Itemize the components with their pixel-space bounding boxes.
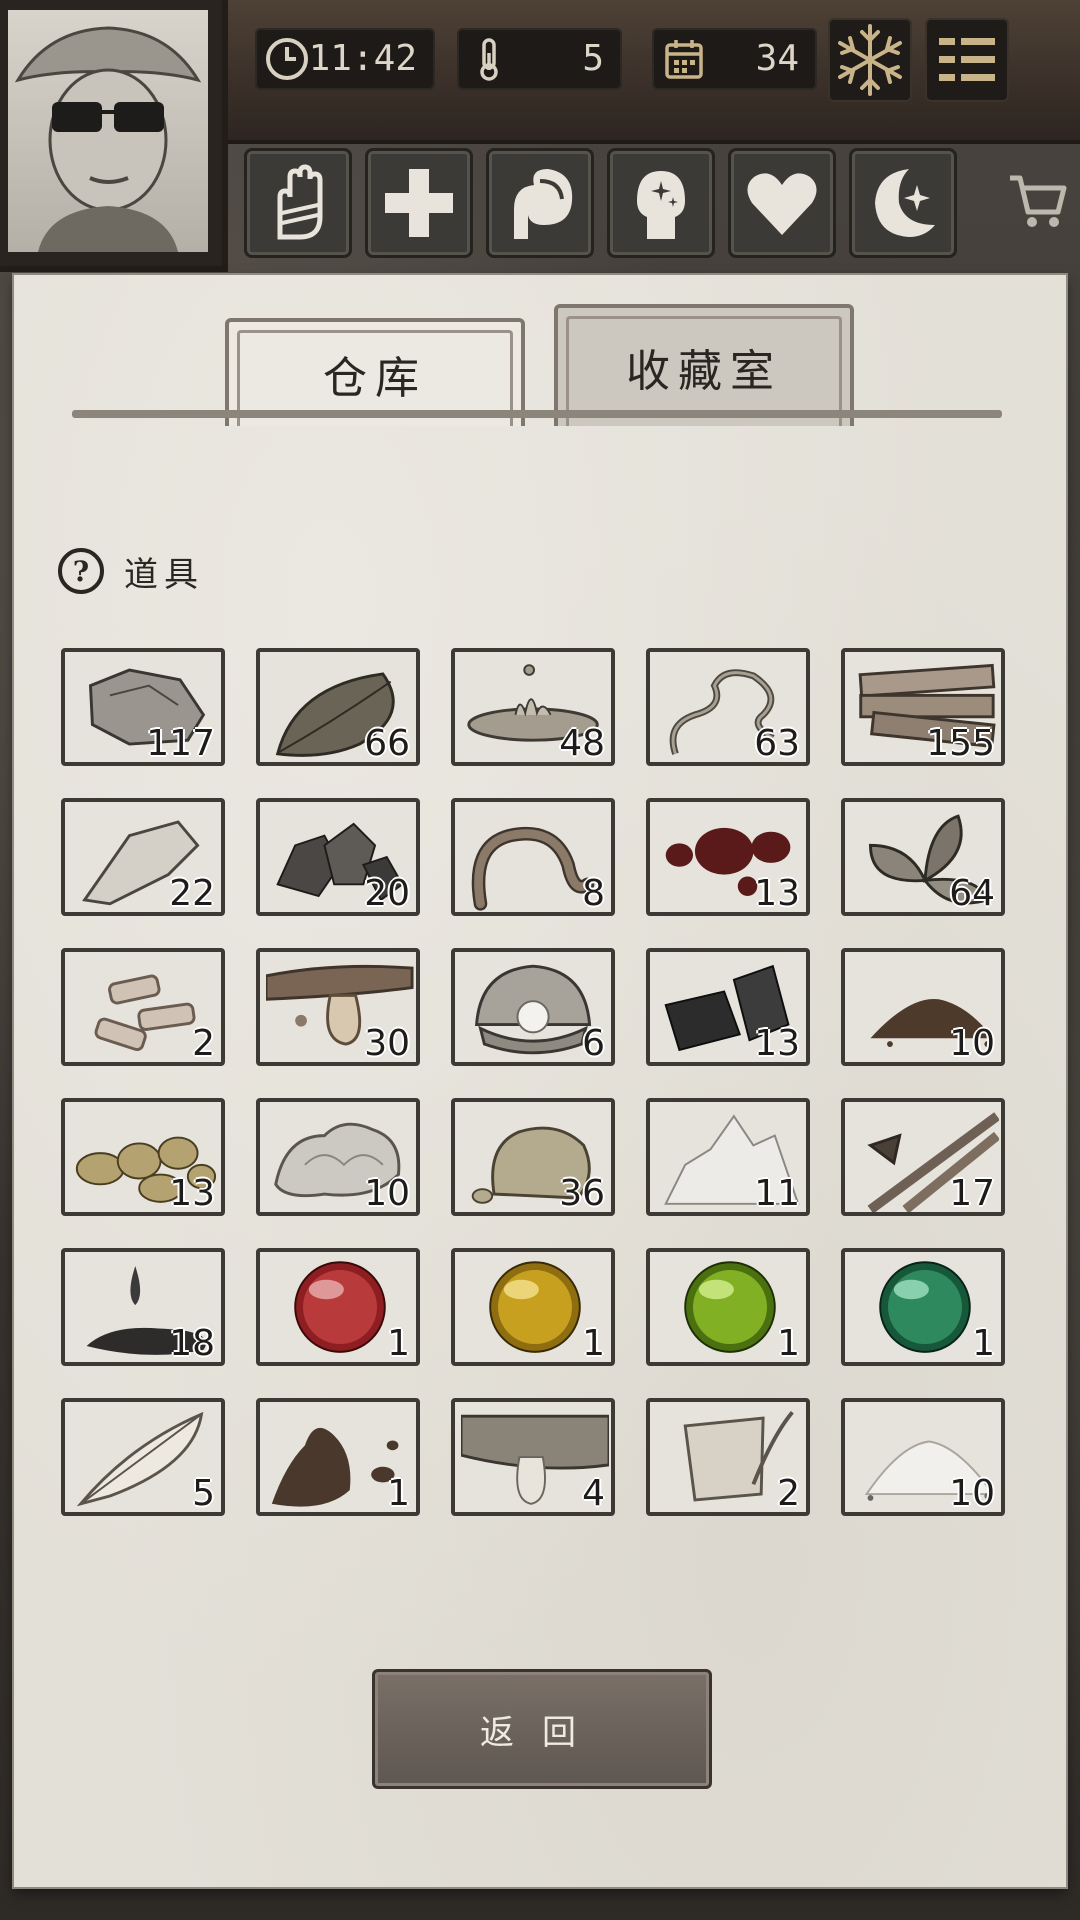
inventory-slot-dirt[interactable]: 10 bbox=[841, 948, 1005, 1066]
inventory-slot-bamboo-spears[interactable]: 17 bbox=[841, 1098, 1005, 1216]
inventory-slot-pearl[interactable]: 6 bbox=[451, 948, 615, 1066]
item-count: 2 bbox=[192, 1023, 215, 1064]
item-count: 18 bbox=[169, 1323, 215, 1364]
inventory-slot-worm[interactable]: 8 bbox=[451, 798, 615, 916]
item-count: 155 bbox=[926, 723, 995, 764]
snowflake-icon bbox=[838, 24, 902, 96]
item-count: 1 bbox=[582, 1323, 605, 1364]
item-count: 4 bbox=[582, 1473, 605, 1514]
inventory-slot-flint[interactable]: 22 bbox=[61, 798, 225, 916]
inventory-slot-green-orb[interactable]: 1 bbox=[841, 1248, 1005, 1366]
inventory-slot-mud[interactable]: 1 bbox=[256, 1398, 420, 1516]
item-count: 48 bbox=[559, 723, 605, 764]
section-header: ? 道具 bbox=[58, 543, 204, 599]
stomach-icon bbox=[514, 169, 573, 239]
item-count: 1 bbox=[387, 1323, 410, 1364]
inventory-slot-fish-oil[interactable]: 4 bbox=[451, 1398, 615, 1516]
season-button[interactable] bbox=[828, 18, 912, 102]
day-display: 34 bbox=[652, 28, 817, 90]
item-count: 20 bbox=[364, 873, 410, 914]
inventory-slot-sandstone[interactable]: 36 bbox=[451, 1098, 615, 1216]
day-value: 34 bbox=[755, 38, 799, 79]
tab-divider bbox=[72, 410, 1002, 418]
inventory-slot-yellow-orb[interactable]: 1 bbox=[451, 1248, 615, 1366]
inventory-slot-resin[interactable]: 30 bbox=[256, 948, 420, 1066]
tab-warehouse-label: 仓库 bbox=[323, 353, 427, 404]
inventory-slot-feather[interactable]: 5 bbox=[61, 1398, 225, 1516]
mind-icon bbox=[637, 171, 685, 239]
item-count: 10 bbox=[949, 1023, 995, 1064]
tab-collection-label: 收藏室 bbox=[626, 346, 782, 397]
item-count: 36 bbox=[559, 1173, 605, 1214]
status-hand-button[interactable] bbox=[244, 148, 352, 258]
inventory-slot-vine[interactable]: 63 bbox=[646, 648, 810, 766]
item-count: 8 bbox=[582, 873, 605, 914]
inventory-slot-planks[interactable]: 155 bbox=[841, 648, 1005, 766]
time-display: 11:42 bbox=[255, 28, 435, 90]
shop-cart-icon[interactable] bbox=[1006, 168, 1070, 232]
status-health-button[interactable] bbox=[365, 148, 473, 258]
item-count: 6 bbox=[582, 1023, 605, 1064]
status-sleep-button[interactable] bbox=[849, 148, 957, 258]
item-count: 11 bbox=[754, 1173, 800, 1214]
item-count: 13 bbox=[754, 1023, 800, 1064]
back-button[interactable]: 返回 bbox=[372, 1669, 712, 1789]
inventory-slot-oil[interactable]: 18 bbox=[61, 1248, 225, 1366]
inventory-panel bbox=[14, 275, 1066, 1887]
inventory-slot-scroll[interactable]: 2 bbox=[646, 1398, 810, 1516]
temperature-display: 5 bbox=[457, 28, 622, 90]
item-count: 2 bbox=[777, 1473, 800, 1514]
calendar-icon bbox=[665, 40, 703, 79]
item-count: 13 bbox=[169, 1173, 215, 1214]
inventory-slot-leaf[interactable]: 66 bbox=[256, 648, 420, 766]
help-icon[interactable]: ? bbox=[58, 548, 104, 594]
item-count: 64 bbox=[949, 873, 995, 914]
item-count: 17 bbox=[949, 1173, 995, 1214]
item-count: 66 bbox=[364, 723, 410, 764]
item-count: 63 bbox=[754, 723, 800, 764]
section-title: 道具 bbox=[124, 554, 204, 595]
item-count: 13 bbox=[754, 873, 800, 914]
menu-icon bbox=[939, 38, 995, 81]
heart-icon bbox=[747, 173, 817, 235]
hand-icon bbox=[277, 164, 323, 240]
inventory-slot-charcoal[interactable]: 13 bbox=[646, 948, 810, 1066]
tab-collection[interactable]: 收藏室 bbox=[554, 304, 854, 426]
status-mind-button[interactable] bbox=[607, 148, 715, 258]
inventory-slot-salt-crystals[interactable]: 11 bbox=[646, 1098, 810, 1216]
status-stomach-button[interactable] bbox=[486, 148, 594, 258]
inventory-slot-herb[interactable]: 64 bbox=[841, 798, 1005, 916]
inventory-slot-powder[interactable]: 10 bbox=[841, 1398, 1005, 1516]
inventory-slot-blood[interactable]: 13 bbox=[646, 798, 810, 916]
item-count: 10 bbox=[364, 1173, 410, 1214]
avatar bbox=[8, 10, 208, 252]
time-value: 11:42 bbox=[308, 38, 417, 79]
status-heart-button[interactable] bbox=[728, 148, 836, 258]
inventory-slot-bone-fragments[interactable]: 2 bbox=[61, 948, 225, 1066]
item-count: 1 bbox=[972, 1323, 995, 1364]
moon-star-icon bbox=[875, 169, 935, 237]
inventory-slot-red-orb[interactable]: 1 bbox=[256, 1248, 420, 1366]
inventory-slot-stone[interactable]: 117 bbox=[61, 648, 225, 766]
temperature-value: 5 bbox=[582, 38, 604, 79]
item-count: 30 bbox=[364, 1023, 410, 1064]
item-count: 22 bbox=[169, 873, 215, 914]
menu-button[interactable] bbox=[925, 18, 1009, 102]
item-count: 5 bbox=[192, 1473, 215, 1514]
inventory-slot-lime-orb[interactable]: 1 bbox=[646, 1248, 810, 1366]
inventory-slot-ore[interactable]: 20 bbox=[256, 798, 420, 916]
item-count: 1 bbox=[387, 1473, 410, 1514]
item-count: 117 bbox=[146, 723, 215, 764]
clock-icon bbox=[266, 38, 308, 80]
health-cross-icon bbox=[385, 169, 453, 237]
item-count: 10 bbox=[949, 1473, 995, 1514]
item-count: 1 bbox=[777, 1323, 800, 1364]
inventory-slot-water[interactable]: 48 bbox=[451, 648, 615, 766]
player-portrait[interactable] bbox=[0, 0, 228, 272]
inventory-slot-gold-nuggets[interactable]: 13 bbox=[61, 1098, 225, 1216]
thermometer-icon bbox=[480, 38, 498, 81]
inventory-slot-cotton[interactable]: 10 bbox=[256, 1098, 420, 1216]
